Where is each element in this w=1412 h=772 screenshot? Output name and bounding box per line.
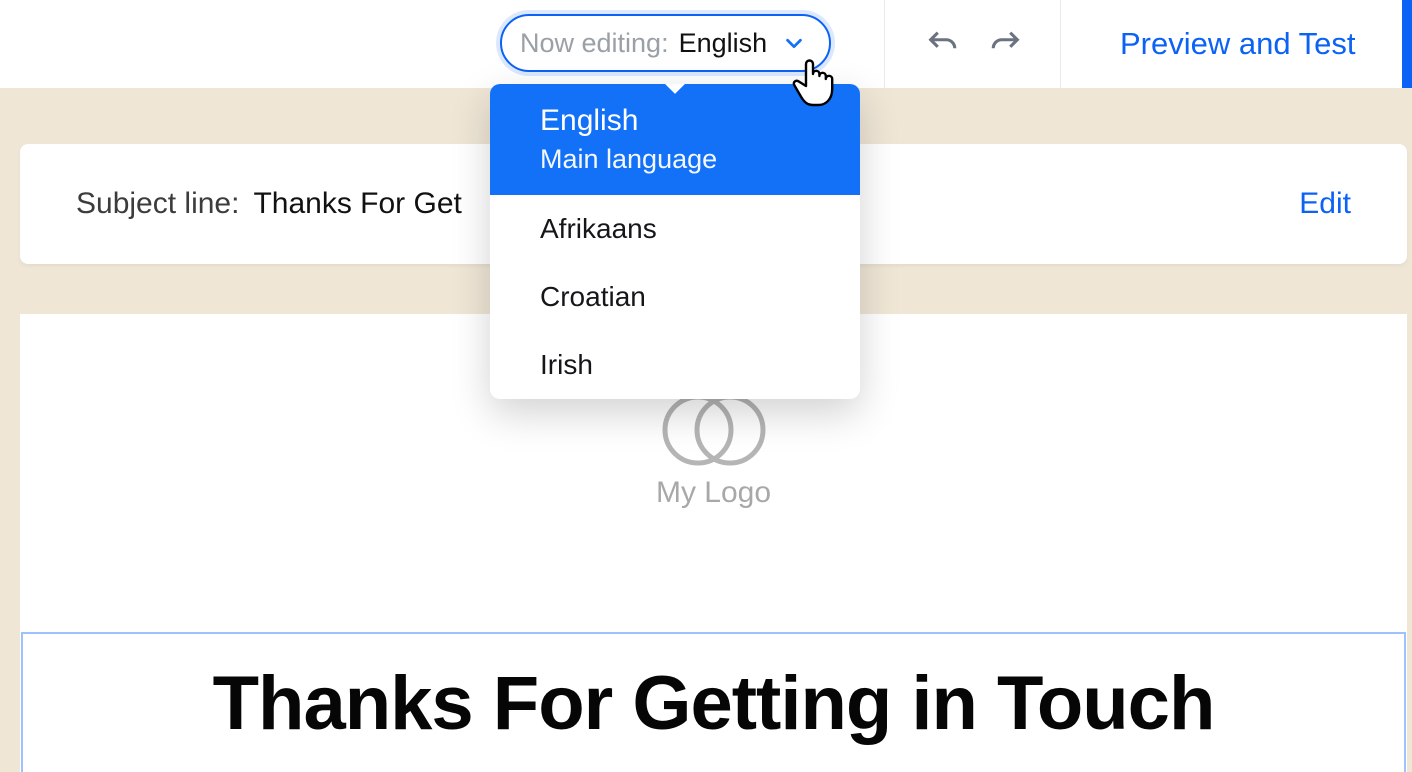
logo-placeholder[interactable]: My Logo bbox=[20, 380, 1407, 510]
undo-button[interactable] bbox=[920, 22, 964, 66]
language-option-croatian[interactable]: Croatian bbox=[490, 263, 860, 331]
language-option-english[interactable]: English Main language bbox=[490, 84, 860, 195]
logo-text: My Logo bbox=[656, 476, 771, 510]
subject-line-text: Thanks For Get bbox=[253, 187, 461, 221]
toolbar-divider bbox=[884, 0, 885, 88]
current-language: English bbox=[679, 28, 768, 59]
language-option-label: Afrikaans bbox=[540, 213, 657, 244]
language-dropdown: English Main language Afrikaans Croatian… bbox=[490, 84, 860, 399]
edit-subject-button[interactable]: Edit bbox=[1299, 187, 1351, 221]
subject-line-label: Subject line: bbox=[76, 187, 239, 221]
language-selector[interactable]: Now editing: English bbox=[500, 14, 831, 72]
language-option-label: Irish bbox=[540, 349, 593, 380]
redo-button[interactable] bbox=[984, 22, 1028, 66]
language-option-irish[interactable]: Irish bbox=[490, 331, 860, 399]
top-toolbar: Now editing: English Preview and Test bbox=[0, 0, 1412, 88]
language-option-label: Croatian bbox=[540, 281, 646, 312]
toolbar-divider bbox=[1060, 0, 1061, 88]
language-option-afrikaans[interactable]: Afrikaans bbox=[490, 195, 860, 263]
preview-and-test-button[interactable]: Preview and Test bbox=[1120, 0, 1356, 88]
email-headline: Thanks For Getting in Touch bbox=[213, 660, 1215, 747]
chevron-down-icon bbox=[783, 32, 805, 54]
headline-block[interactable]: Thanks For Getting in Touch bbox=[21, 632, 1406, 772]
now-editing-label: Now editing: bbox=[520, 28, 669, 59]
language-option-sublabel: Main language bbox=[540, 144, 810, 175]
language-option-label: English bbox=[540, 104, 810, 138]
accent-bar bbox=[1402, 0, 1412, 88]
